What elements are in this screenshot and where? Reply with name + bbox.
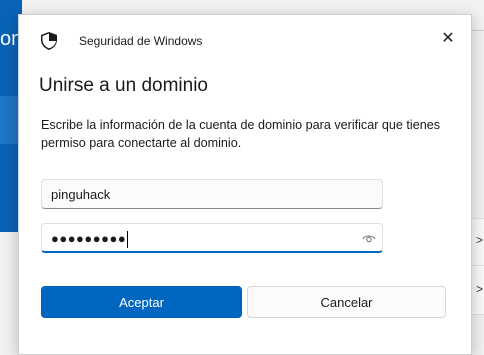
app-name: Seguridad de Windows [79, 34, 203, 48]
dialog-title: Unirse a un dominio [39, 75, 208, 96]
credential-dialog: Seguridad de Windows ✕ Unirse a un domin… [18, 14, 472, 355]
close-icon: ✕ [441, 30, 455, 47]
eye-icon[interactable] [362, 232, 376, 244]
password-value: ●●●●●●●●● [51, 231, 129, 249]
shield-icon [41, 32, 57, 50]
chevron-right-icon[interactable]: > [476, 282, 483, 296]
chevron-right-icon[interactable]: > [476, 233, 483, 247]
background-divider [470, 30, 484, 31]
username-field[interactable]: pinguhack [41, 179, 383, 209]
text-caret [127, 231, 129, 249]
password-mask: ●●●●●●●●● [51, 231, 127, 246]
dialog-header: Seguridad de Windows [41, 31, 202, 51]
dialog-description: Escribe la información de la cuenta de d… [41, 118, 441, 150]
username-value: pinguhack [51, 187, 111, 202]
password-field[interactable]: ●●●●●●●●● [41, 223, 383, 253]
accept-button[interactable]: Aceptar [41, 286, 242, 318]
cancel-button[interactable]: Cancelar [247, 286, 446, 318]
close-button[interactable]: ✕ [433, 23, 463, 53]
